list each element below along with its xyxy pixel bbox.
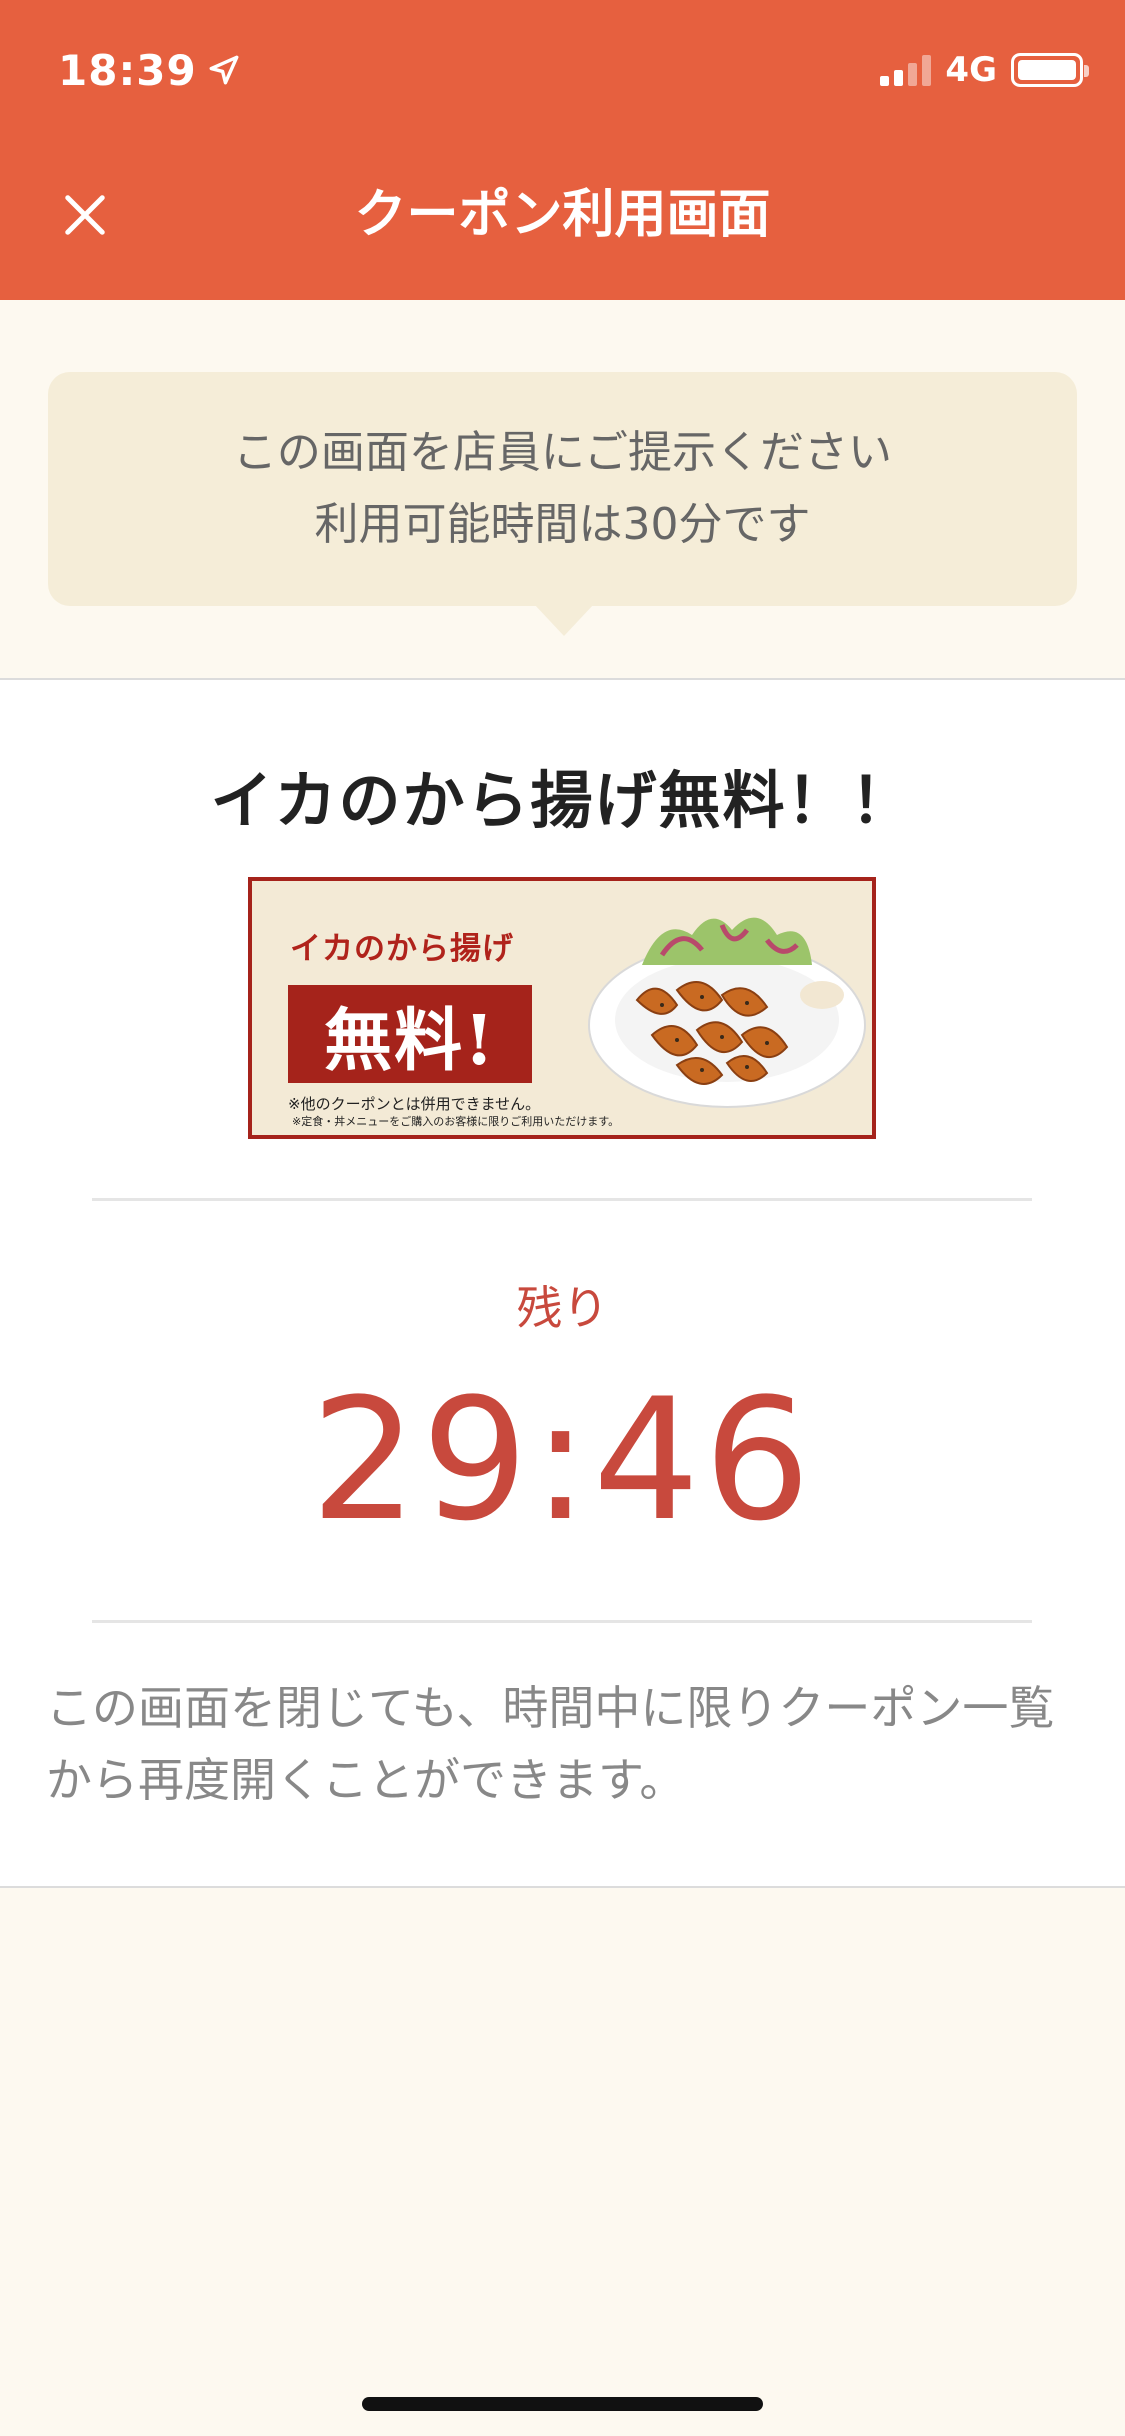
remaining-time-label: 残り <box>516 1281 609 1335</box>
status-bar-time: 18:39 <box>58 44 241 96</box>
countdown-timer: 29:46 <box>310 1362 815 1558</box>
coupon-title: イカのから揚げ無料！！ <box>210 764 915 837</box>
page-title: クーポン利用画面 <box>354 185 771 245</box>
home-indicator[interactable] <box>362 2397 763 2411</box>
battery-full-icon <box>1011 53 1089 87</box>
instruction-bubble-tail <box>534 604 594 636</box>
coupon-card: イカのから揚げ無料！！ イカのから揚げ 無料! ※他のクーポンとは併用できません… <box>0 678 1125 1888</box>
banner-note-2: ※定食・丼メニューをご購入のお客様に限りご利用いただけます。 <box>292 1115 620 1128</box>
reopen-info-text: この画面を閉じても、時間中に限りクーポン一覧から再度開くことができます。 <box>46 1681 1055 1807</box>
fried-squid-dish-illustration <box>588 917 866 1108</box>
instruction-line-2: 利用可能時間は30分です <box>314 499 811 550</box>
location-arrow-icon <box>209 55 239 85</box>
app-header: 18:39 4G クーポン利用画面 <box>0 0 1125 300</box>
instruction-line-1: この画面を店員にご提示ください <box>232 427 893 478</box>
divider-bottom <box>92 1620 1032 1623</box>
coupon-banner-image: イカのから揚げ 無料! ※他のクーポンとは併用できません。 ※定食・丼メニューを… <box>248 877 876 1139</box>
banner-headline: 無料! <box>288 985 532 1083</box>
cellular-signal-icon <box>880 54 932 86</box>
banner-note-1: ※他のクーポンとは併用できません。 <box>288 1095 541 1113</box>
divider-top <box>92 1198 1032 1201</box>
network-type: 4G <box>945 50 997 90</box>
status-time-text: 18:39 <box>58 45 197 95</box>
banner-subtitle: イカのから揚げ <box>290 931 514 967</box>
instruction-bubble: この画面を店員にご提示ください 利用可能時間は30分です <box>48 372 1077 606</box>
status-bar-right: 4G <box>880 46 1089 94</box>
